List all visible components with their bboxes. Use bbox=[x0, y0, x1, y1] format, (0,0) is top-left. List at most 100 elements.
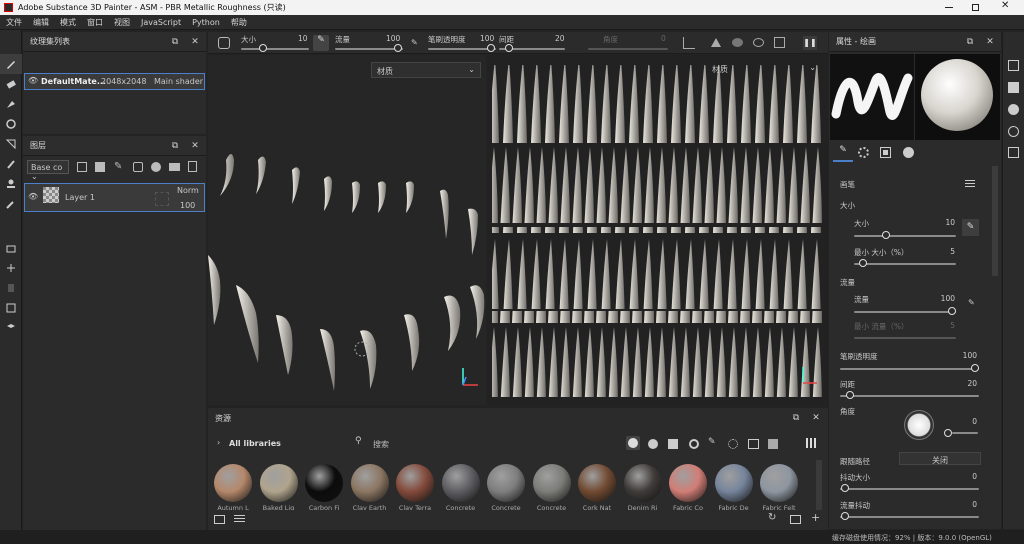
add-folder-icon[interactable] bbox=[169, 163, 180, 171]
filter-project-icon[interactable] bbox=[768, 439, 778, 449]
tab-alpha[interactable] bbox=[858, 147, 869, 158]
jitter-size-slider-knob[interactable] bbox=[841, 484, 849, 492]
refresh-icon[interactable]: ↻ bbox=[768, 512, 776, 523]
shader-settings-icon[interactable] bbox=[1008, 104, 1019, 115]
library-name[interactable]: All libraries bbox=[229, 439, 281, 448]
menu-javascript[interactable]: JavaScript bbox=[135, 16, 186, 27]
menu-mode[interactable]: 模式 bbox=[54, 15, 81, 28]
mirror-icon[interactable] bbox=[711, 38, 721, 47]
size-slider[interactable] bbox=[241, 48, 309, 50]
spacing-slider[interactable] bbox=[840, 395, 979, 397]
jitter-size-slider[interactable] bbox=[840, 488, 979, 490]
pen-pressure-button[interactable]: ✎ bbox=[313, 35, 329, 51]
min-size-slider-knob[interactable] bbox=[859, 259, 867, 267]
jitter-flow-slider[interactable] bbox=[840, 516, 979, 518]
tab-stencil[interactable] bbox=[880, 147, 891, 158]
asset-sphere[interactable] bbox=[669, 464, 707, 502]
float-icon[interactable]: ⧉ bbox=[169, 36, 181, 48]
flow-slider-knob[interactable] bbox=[394, 44, 402, 52]
projection-tool[interactable] bbox=[0, 94, 22, 114]
opacity-slider[interactable] bbox=[840, 368, 979, 370]
hide-icon[interactable] bbox=[753, 38, 764, 47]
flow-slider[interactable] bbox=[335, 48, 403, 50]
log-icon[interactable] bbox=[1008, 147, 1019, 158]
layer-visibility-eye-icon[interactable]: 👁 bbox=[28, 192, 38, 201]
smudge-tool[interactable] bbox=[0, 154, 22, 174]
follow-path-select[interactable]: 关闭 bbox=[899, 452, 981, 465]
opacity-slider-knob[interactable] bbox=[971, 364, 979, 372]
asset-sphere[interactable] bbox=[578, 464, 616, 502]
asset-sphere[interactable] bbox=[259, 464, 298, 502]
menu-file[interactable]: 文件 bbox=[0, 15, 27, 28]
history-icon[interactable] bbox=[1008, 126, 1019, 137]
menu-view[interactable]: 视图 bbox=[108, 15, 135, 28]
min-flow-slider[interactable] bbox=[854, 337, 956, 339]
angle-slider[interactable] bbox=[952, 432, 978, 434]
asset-sphere[interactable] bbox=[487, 464, 525, 502]
jitter-flow-slider-knob[interactable] bbox=[841, 512, 849, 520]
add-icon[interactable]: + bbox=[811, 511, 820, 524]
visibility-eye-icon[interactable]: 👁 bbox=[28, 76, 38, 85]
display-settings-icon[interactable] bbox=[1008, 82, 1019, 93]
min-size-slider[interactable] bbox=[854, 263, 956, 265]
texture-set-settings-icon[interactable] bbox=[1008, 60, 1019, 71]
pause-icon[interactable]: ❚❚ bbox=[803, 36, 817, 50]
filter-brush-icon[interactable]: ✎ bbox=[708, 437, 716, 447]
filter-alpha-icon[interactable] bbox=[728, 439, 738, 449]
add-effect-icon[interactable] bbox=[77, 162, 87, 172]
opacity-slider-knob[interactable] bbox=[487, 44, 495, 52]
size-slider-knob[interactable] bbox=[259, 44, 267, 52]
color-picker-tool[interactable] bbox=[0, 194, 22, 214]
asset-sphere[interactable] bbox=[214, 464, 252, 502]
angle-dial[interactable] bbox=[904, 410, 934, 440]
export-tool[interactable] bbox=[0, 258, 22, 278]
grid-view-icon[interactable] bbox=[806, 438, 816, 448]
size-pressure-button[interactable]: ✎ bbox=[962, 219, 979, 236]
add-fill-layer-icon[interactable] bbox=[133, 162, 143, 172]
viewport-3d-mode-select[interactable]: 材质 ⌄ bbox=[371, 62, 481, 78]
asset-scrollbar[interactable] bbox=[816, 460, 822, 510]
float-icon[interactable]: ⧉ bbox=[169, 140, 181, 152]
tab-brush-settings[interactable]: ✎ bbox=[833, 145, 853, 162]
menu-window[interactable]: 窗口 bbox=[81, 15, 108, 28]
add-mask-icon[interactable] bbox=[95, 162, 105, 172]
filter-smart-material-icon[interactable] bbox=[648, 439, 658, 449]
detail-view-icon[interactable] bbox=[234, 515, 245, 524]
asset-sphere[interactable] bbox=[441, 464, 480, 502]
shader-settings-tool[interactable] bbox=[0, 298, 22, 318]
blend-mode[interactable]: Norm bbox=[177, 186, 199, 195]
chevron-right-icon[interactable]: › bbox=[217, 438, 220, 447]
stencil-icon[interactable] bbox=[218, 37, 230, 49]
asset-sphere[interactable] bbox=[760, 464, 798, 502]
channel-select[interactable]: Base co ⌄ bbox=[27, 160, 69, 181]
flow-pressure-icon[interactable]: ✎ bbox=[411, 38, 418, 47]
lazy-mouse-icon[interactable] bbox=[732, 38, 743, 47]
close-icon[interactable]: ✕ bbox=[1001, 0, 1009, 11]
camera-align-icon[interactable] bbox=[774, 37, 785, 48]
filter-filter-icon[interactable] bbox=[689, 439, 699, 449]
polygon-fill-tool[interactable] bbox=[0, 134, 22, 154]
asset-sphere[interactable] bbox=[350, 464, 389, 502]
asset-sphere[interactable] bbox=[714, 464, 753, 502]
asset-sphere[interactable] bbox=[532, 464, 571, 502]
tab-material[interactable] bbox=[903, 147, 914, 158]
filter-environment-icon[interactable] bbox=[748, 439, 759, 449]
paint-brush-tool[interactable] bbox=[0, 54, 22, 74]
asset-sphere[interactable] bbox=[623, 464, 662, 502]
asset-sphere[interactable] bbox=[305, 464, 343, 502]
close-panel-icon[interactable]: ✕ bbox=[189, 140, 201, 152]
minimize-icon[interactable] bbox=[945, 7, 953, 8]
flow-slider-knob[interactable] bbox=[948, 307, 956, 315]
add-smart-material-icon[interactable] bbox=[151, 162, 161, 172]
close-panel-icon[interactable]: ✕ bbox=[189, 36, 201, 48]
close-panel-icon[interactable]: ✕ bbox=[984, 36, 996, 48]
texture-set-row[interactable]: 👁 DefaultMate... 2048x2048 Main shader bbox=[24, 73, 205, 90]
menu-help[interactable]: 帮助 bbox=[225, 15, 252, 28]
menu-edit[interactable]: 编辑 bbox=[27, 15, 54, 28]
size-slider-knob[interactable] bbox=[882, 231, 890, 239]
layer-opacity[interactable]: 100 bbox=[180, 201, 195, 210]
viewport-2d[interactable]: 材质 ⌄ bbox=[487, 55, 828, 405]
eraser-tool[interactable] bbox=[0, 74, 22, 94]
filter-texture-icon[interactable] bbox=[668, 439, 678, 449]
float-icon[interactable]: ⧉ bbox=[964, 36, 976, 48]
